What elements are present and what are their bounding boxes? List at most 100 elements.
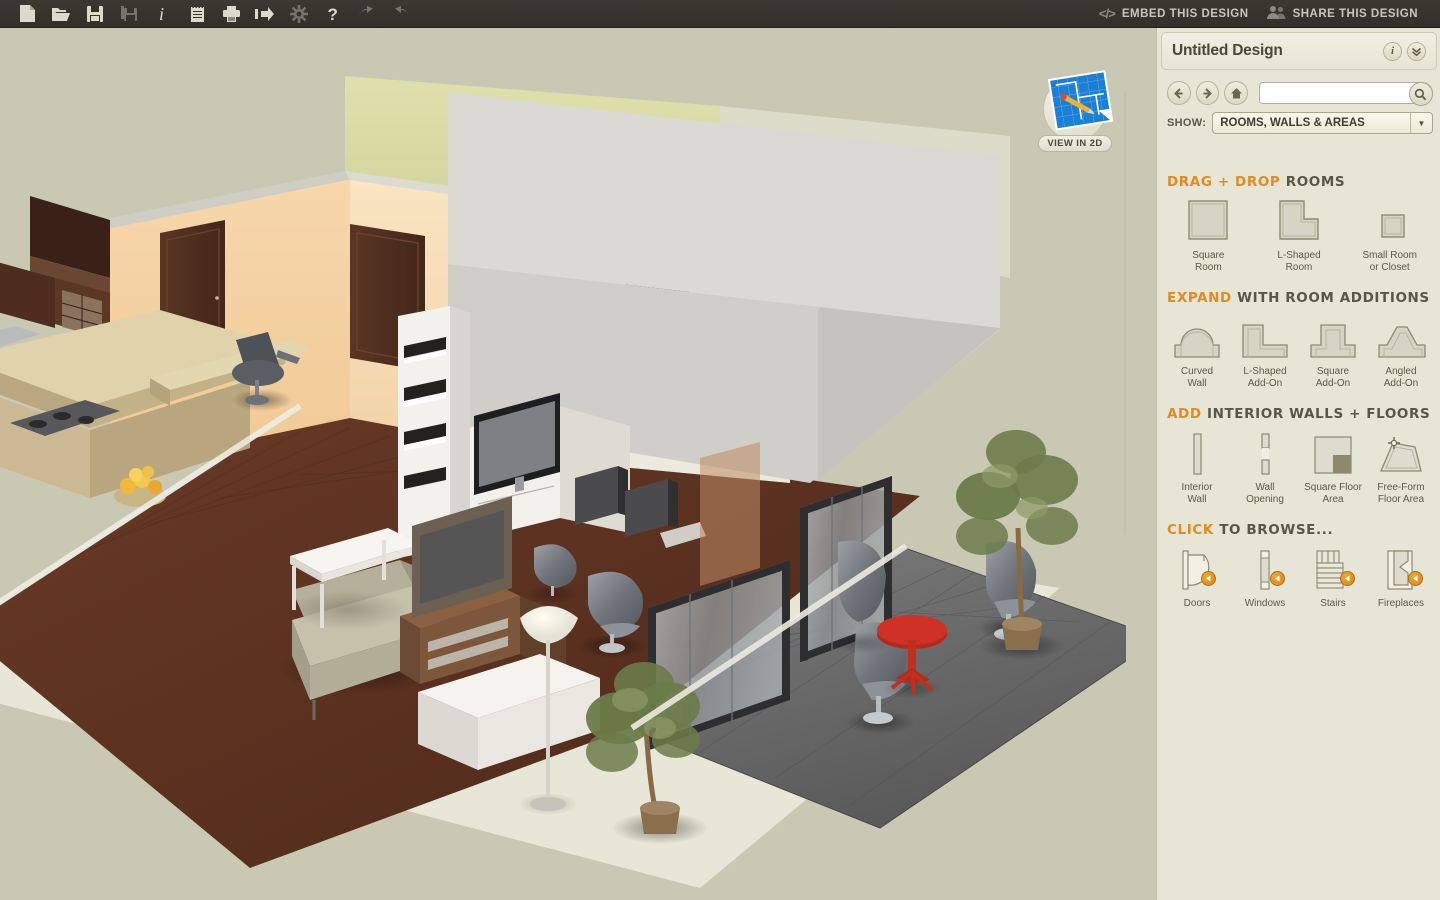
item-angled-addon[interactable]: Angled Add-On <box>1367 313 1435 390</box>
stairs-browse-badge[interactable] <box>1339 571 1355 586</box>
section-title-additions: EXPAND WITH ROOM ADDITIONS <box>1157 290 1440 306</box>
windows-icon <box>1231 545 1299 593</box>
chevron-down-icon[interactable]: ▼ <box>1410 113 1432 133</box>
panel-nav-row <box>1167 80 1433 106</box>
show-filter-select[interactable]: ROOMS, WALLS & AREAS ▼ <box>1212 112 1433 134</box>
l-shaped-addon-icon <box>1231 313 1299 361</box>
help-icon[interactable]: ? <box>316 1 350 27</box>
section-drag-drop-rooms: DRAG + DROP ROOMS Square Room L-Shaped R… <box>1157 174 1440 274</box>
nav-back-button[interactable] <box>1167 81 1191 105</box>
browse-item-list: Doors Windows Stairs Fireplaces <box>1157 545 1440 610</box>
section-title-walls: ADD INTERIOR WALLS + FLOORS <box>1157 406 1440 422</box>
item-interior-wall-label: Interior Wall <box>1181 482 1213 505</box>
section-title-browse-highlight: CLICK <box>1167 522 1214 538</box>
section-title-rooms-rest: ROOMS <box>1280 174 1346 190</box>
section-title-walls-highlight: ADD <box>1167 406 1202 422</box>
section-title-rooms: DRAG + DROP ROOMS <box>1157 174 1440 190</box>
l-shaped-room-icon <box>1254 197 1345 245</box>
item-interior-wall[interactable]: Interior Wall <box>1163 429 1231 506</box>
free-form-floor-area-icon <box>1367 429 1435 477</box>
show-filter-value: ROOMS, WALLS & AREAS <box>1220 117 1365 129</box>
angled-addon-icon <box>1367 313 1435 361</box>
toolbar-right-links: </> EMBED THIS DESIGN SHARE THIS DESIGN <box>1093 5 1440 23</box>
hallway-door <box>700 442 760 586</box>
notepad-icon[interactable] <box>180 1 214 27</box>
embed-design-button[interactable]: </> EMBED THIS DESIGN <box>1093 6 1255 21</box>
item-windows[interactable]: Windows <box>1231 545 1299 610</box>
design-title: Untitled Design <box>1172 42 1283 59</box>
nav-forward-button[interactable] <box>1195 81 1220 105</box>
blueprint-icon <box>1047 70 1114 131</box>
item-fireplaces-label: Fireplaces <box>1377 598 1425 609</box>
panel-header-buttons: i <box>1383 41 1426 61</box>
item-curved-wall[interactable]: Curved Wall <box>1163 313 1231 390</box>
item-small-room-closet-label: Small Room or Closet <box>1362 250 1417 273</box>
section-title-browse: CLICK TO BROWSE... <box>1157 522 1440 538</box>
view-in-2d-button[interactable]: VIEW IN 2D <box>1035 70 1115 152</box>
item-angled-addon-label: Angled Add-On <box>1383 366 1419 389</box>
item-l-shaped-addon[interactable]: L-Shaped Add-On <box>1231 313 1299 390</box>
panel-info-icon[interactable]: i <box>1383 41 1402 61</box>
svg-text:i: i <box>159 4 164 23</box>
design-canvas-3d[interactable]: VIEW IN 2D ▲ ▼ ◀ ▶ [ ] + – <box>0 28 1126 900</box>
item-l-shaped-room[interactable]: L-Shaped Room <box>1254 197 1345 274</box>
item-stairs-label: Stairs <box>1320 598 1346 609</box>
app-root: i ? </> EMBED THIS DESIGN SHARE THIS DES… <box>0 0 1440 900</box>
item-wall-opening[interactable]: Wall Opening <box>1231 429 1299 506</box>
section-click-to-browse: CLICK TO BROWSE... Doors Windows Stairs … <box>1157 522 1440 610</box>
item-square-addon-label: Square Add-On <box>1315 366 1351 389</box>
small-room-icon <box>1344 197 1435 245</box>
panel-search-box[interactable] <box>1259 82 1433 106</box>
item-free-form-floor-area[interactable]: Free-Form Floor Area <box>1367 429 1435 506</box>
nav-home-button[interactable] <box>1224 81 1249 105</box>
print-icon[interactable] <box>214 1 248 27</box>
open-folder-icon[interactable] <box>44 1 78 27</box>
section-title-browse-rest: TO BROWSE... <box>1213 522 1334 538</box>
item-square-floor-area[interactable]: Square Floor Area <box>1299 429 1367 506</box>
item-free-form-floor-area-label: Free-Form Floor Area <box>1377 482 1425 505</box>
fireplaces-icon <box>1367 545 1435 593</box>
item-doors[interactable]: Doors <box>1163 545 1231 610</box>
fireplaces-browse-badge[interactable] <box>1407 571 1423 586</box>
share-design-label: SHARE THIS DESIGN <box>1292 7 1418 20</box>
item-square-addon[interactable]: Square Add-On <box>1299 313 1367 390</box>
panel-collapse-icon[interactable] <box>1407 41 1426 61</box>
item-stairs[interactable]: Stairs <box>1299 545 1367 610</box>
code-brackets-icon: </> <box>1099 6 1116 21</box>
floorplan-3d-render[interactable] <box>0 28 1126 900</box>
section-title-additions-highlight: EXPAND <box>1167 290 1232 306</box>
square-room-icon <box>1163 197 1254 245</box>
settings-gear-icon[interactable] <box>282 1 316 27</box>
export-icon[interactable] <box>248 1 282 27</box>
panel-search-input[interactable] <box>1260 87 1407 99</box>
item-small-room-closet[interactable]: Small Room or Closet <box>1344 197 1435 274</box>
toolbar-icon-group: i ? <box>0 1 418 27</box>
section-interior-walls: ADD INTERIOR WALLS + FLOORS Interior Wall <box>1157 406 1440 506</box>
item-fireplaces[interactable]: Fireplaces <box>1367 545 1435 610</box>
rooms-item-list: Square Room L-Shaped Room Small Room or … <box>1157 197 1440 274</box>
new-document-icon[interactable] <box>10 1 44 27</box>
wall-opening-icon <box>1231 429 1299 477</box>
share-design-button[interactable]: SHARE THIS DESIGN <box>1261 5 1424 23</box>
show-filter-row: SHOW: ROOMS, WALLS & AREAS ▼ <box>1167 112 1433 134</box>
save-icon[interactable] <box>78 1 112 27</box>
item-square-floor-area-label: Square Floor Area <box>1304 482 1362 505</box>
viewport-controls: VIEW IN 2D ▲ ▼ ◀ ▶ [ ] + – <box>1035 70 1115 152</box>
section-room-additions: EXPAND WITH ROOM ADDITIONS Curved Wall L… <box>1157 290 1440 390</box>
square-floor-area-icon <box>1299 429 1367 477</box>
item-windows-label: Windows <box>1244 598 1286 609</box>
svg-text:?: ? <box>327 5 337 23</box>
info-icon[interactable]: i <box>146 1 180 27</box>
panel-header: Untitled Design i <box>1161 32 1437 70</box>
item-square-room[interactable]: Square Room <box>1163 197 1254 274</box>
top-toolbar: i ? </> EMBED THIS DESIGN SHARE THIS DES… <box>0 0 1440 28</box>
stairs-icon <box>1299 545 1367 593</box>
doors-browse-badge[interactable] <box>1201 571 1217 586</box>
square-addon-icon <box>1299 313 1367 361</box>
additions-item-list: Curved Wall L-Shaped Add-On Square Add-O… <box>1157 313 1440 390</box>
panel-search-submit[interactable] <box>1408 82 1433 106</box>
section-title-additions-rest: WITH ROOM ADDITIONS <box>1231 290 1430 306</box>
undo-icon[interactable] <box>350 1 384 27</box>
redo-icon[interactable] <box>384 1 418 27</box>
save-as-icon[interactable] <box>112 1 146 27</box>
